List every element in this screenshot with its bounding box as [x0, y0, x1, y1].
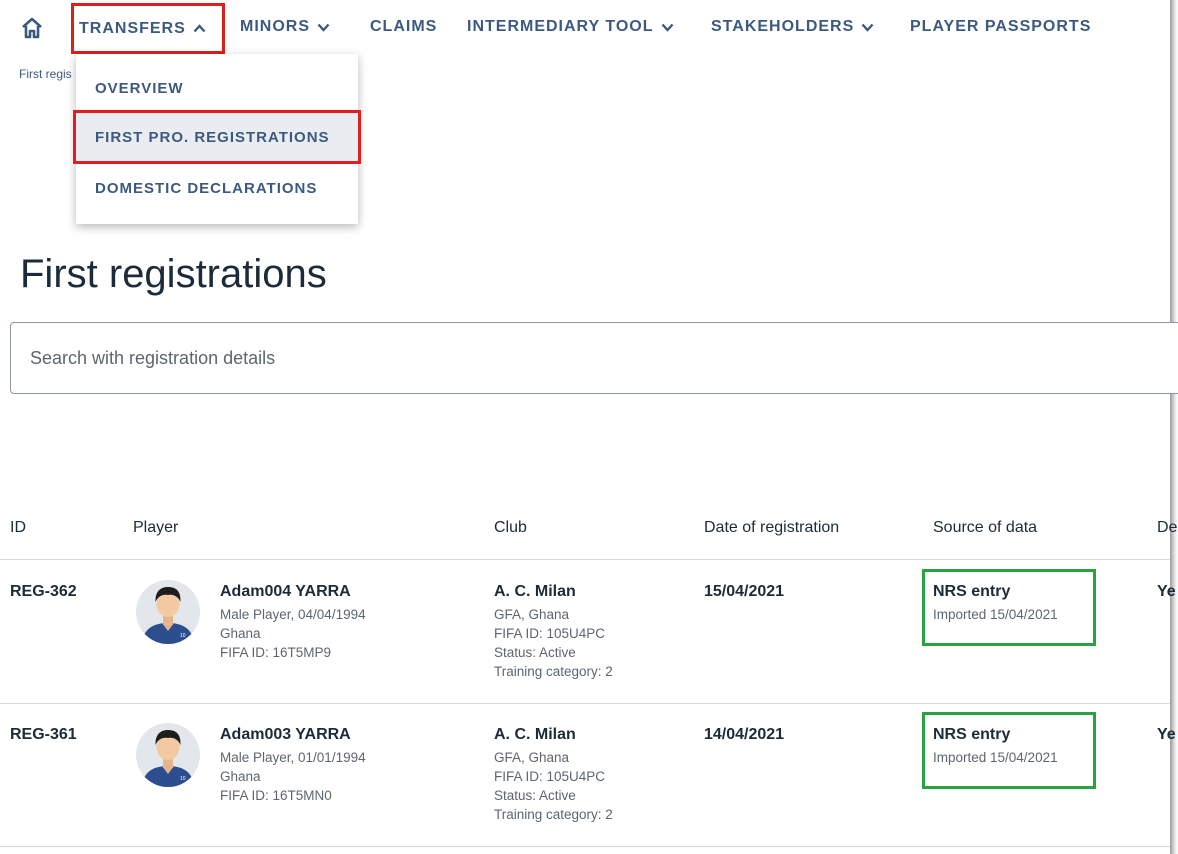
menu-item-domestic-declarations-label: DOMESTIC DECLARATIONS: [95, 179, 318, 197]
club-status: Status: Active: [494, 645, 576, 660]
club-association: GFA, Ghana: [494, 750, 570, 765]
menu-item-overview[interactable]: OVERVIEW: [76, 63, 358, 113]
home-icon[interactable]: [21, 17, 43, 39]
player-name[interactable]: Adam003 YARRA: [220, 726, 351, 744]
page-title: First registrations: [20, 252, 327, 296]
svg-text:10: 10: [180, 633, 186, 639]
club-training-category: Training category: 2: [494, 807, 613, 822]
column-header-source[interactable]: Source of data: [933, 519, 1037, 537]
registration-date: 15/04/2021: [704, 583, 785, 600]
transfers-dropdown-menu: OVERVIEW FIRST PRO. REGISTRATIONS DOMEST…: [73, 54, 361, 224]
truncated-column-value: Ye: [1157, 583, 1176, 600]
search-input[interactable]: [10, 322, 1178, 394]
club-association: GFA, Ghana: [494, 607, 570, 622]
nav-stakeholders[interactable]: STAKEHOLDERS: [711, 18, 874, 36]
nav-intermediary-tool-label: INTERMEDIARY TOOL: [467, 18, 654, 35]
registration-id[interactable]: REG-362: [10, 583, 77, 601]
truncated-column-value: Ye: [1157, 726, 1176, 743]
player-details: Male Player, 01/01/1994: [220, 750, 366, 765]
nav-claims-label: CLAIMS: [370, 18, 438, 35]
chevron-up-icon: [193, 24, 206, 33]
source-import-date: Imported 15/04/2021: [933, 750, 1058, 765]
chevron-down-icon: [861, 23, 874, 32]
menu-item-overview-label: OVERVIEW: [95, 79, 184, 97]
club-fifa-id: FIFA ID: 105U4PC: [494, 769, 606, 784]
row-divider: [0, 846, 1170, 847]
player-name[interactable]: Adam004 YARRA: [220, 583, 351, 601]
breadcrumb[interactable]: First regis: [19, 67, 72, 81]
club-name[interactable]: A. C. Milan: [494, 583, 576, 601]
top-navigation: TRANSFERS MINORS CLAIMS INTERMEDIARY TOO…: [0, 0, 1170, 54]
column-header-date[interactable]: Date of registration: [704, 519, 839, 537]
nav-minors-label: MINORS: [240, 18, 310, 35]
player-fifa-id: FIFA ID: 16T5MN0: [220, 788, 332, 803]
column-header-player[interactable]: Player: [133, 519, 178, 537]
table-row[interactable]: REG-362 10 Adam004 YARRA Male Player, 04…: [0, 560, 1176, 703]
menu-item-domestic-declarations[interactable]: DOMESTIC DECLARATIONS: [76, 163, 358, 213]
column-header-club[interactable]: Club: [494, 519, 527, 537]
registration-date: 14/04/2021: [704, 726, 785, 743]
source-of-data: NRS entry: [933, 583, 1011, 600]
chevron-down-icon: [661, 23, 673, 32]
nav-transfers[interactable]: TRANSFERS: [71, 3, 225, 54]
menu-item-first-pro-registrations-label: FIRST PRO. REGISTRATIONS: [95, 128, 330, 146]
player-fifa-id: FIFA ID: 16T5MP9: [220, 645, 332, 660]
club-status: Status: Active: [494, 788, 576, 803]
table-row[interactable]: REG-361 10 Adam003 YARRA Male Player, 01…: [0, 703, 1176, 846]
club-training-category: Training category: 2: [494, 664, 613, 679]
player-nationality: Ghana: [220, 626, 261, 641]
nav-player-passports[interactable]: PLAYER PASSPORTS: [910, 18, 1091, 36]
nav-transfers-label: TRANSFERS: [79, 19, 186, 37]
column-header-truncated[interactable]: De: [1157, 519, 1177, 537]
avatar: 10: [136, 723, 200, 787]
svg-text:10: 10: [180, 776, 186, 782]
nav-claims[interactable]: CLAIMS: [370, 18, 437, 36]
chevron-down-icon: [317, 23, 330, 32]
source-of-data: NRS entry: [933, 726, 1011, 743]
player-nationality: Ghana: [220, 769, 261, 784]
avatar: 10: [136, 580, 200, 644]
club-name[interactable]: A. C. Milan: [494, 726, 576, 744]
nav-minors[interactable]: MINORS: [240, 18, 330, 36]
source-import-date: Imported 15/04/2021: [933, 607, 1058, 622]
menu-item-first-pro-registrations[interactable]: FIRST PRO. REGISTRATIONS: [73, 110, 361, 164]
registration-id[interactable]: REG-361: [10, 726, 77, 744]
player-details: Male Player, 04/04/1994: [220, 607, 366, 622]
nav-intermediary-tool[interactable]: INTERMEDIARY TOOL: [467, 18, 674, 36]
club-fifa-id: FIFA ID: 105U4PC: [494, 626, 606, 641]
nav-player-passports-label: PLAYER PASSPORTS: [910, 18, 1092, 35]
column-header-id[interactable]: ID: [10, 519, 26, 537]
nav-stakeholders-label: STAKEHOLDERS: [711, 18, 855, 35]
